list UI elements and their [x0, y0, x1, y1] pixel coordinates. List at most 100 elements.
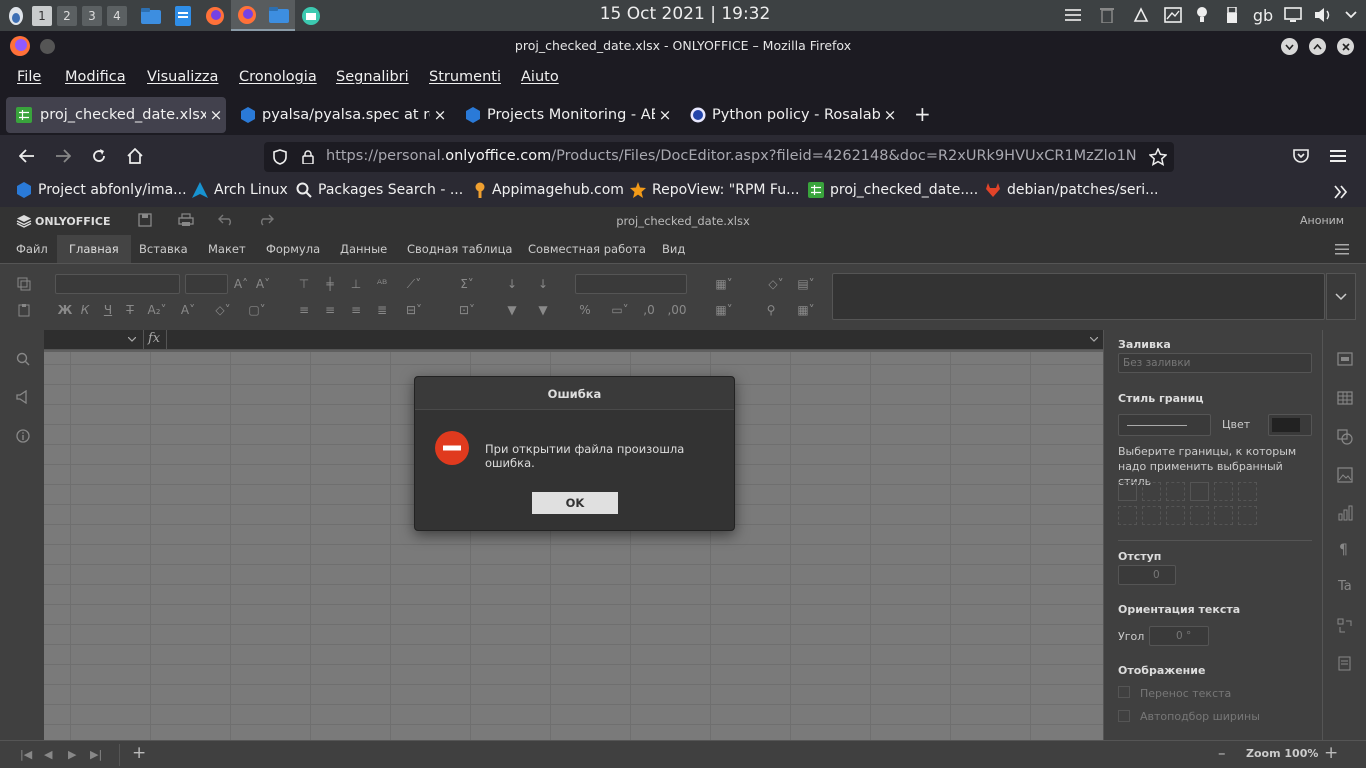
tab-formula[interactable]: Формула: [254, 235, 332, 263]
info-icon[interactable]: [16, 429, 30, 443]
subscript-icon[interactable]: A₂˅: [144, 301, 170, 319]
bookmark-repoview[interactable]: RepoView: "RPM Fu...: [630, 182, 799, 198]
folder-window-icon[interactable]: [263, 0, 295, 31]
align-center-icon[interactable]: ≡: [321, 301, 339, 319]
sort-asc-icon[interactable]: ↓: [503, 275, 521, 293]
menu-view[interactable]: Visualizza: [147, 69, 218, 85]
wrap-text-checkbox[interactable]: [1118, 686, 1130, 698]
menu-tools[interactable]: Strumenti: [429, 69, 501, 85]
font-size-select[interactable]: [185, 274, 228, 294]
border-style-select[interactable]: [1118, 414, 1211, 436]
alarm-icon[interactable]: [1130, 4, 1152, 26]
firefox-active-icon[interactable]: [231, 0, 263, 31]
paragraph-settings-icon[interactable]: ¶: [1339, 542, 1348, 558]
conditional-format-icon[interactable]: ▤˅: [792, 275, 820, 293]
indent-input[interactable]: 0: [1118, 565, 1176, 585]
tab-file[interactable]: Файл: [4, 235, 60, 263]
bold-button[interactable]: Ж: [56, 301, 74, 319]
bookmark-packages-search[interactable]: Packages Search - ...: [296, 182, 463, 198]
angle-input[interactable]: 0 °: [1149, 626, 1209, 646]
shape-settings-icon[interactable]: [1337, 429, 1353, 445]
print-icon[interactable]: [178, 213, 194, 227]
merge-cells-icon[interactable]: ⊟˅: [400, 301, 428, 319]
menu-bookmarks[interactable]: Segnalibri: [336, 69, 409, 85]
minimize-button[interactable]: [1281, 38, 1298, 55]
border-inner-vertical-button[interactable]: [1142, 506, 1161, 525]
border-inner-horizontal-button[interactable]: [1214, 506, 1233, 525]
table-settings-icon[interactable]: [1337, 391, 1353, 405]
tab-python-policy[interactable]: Python policy - Rosalab W ×: [682, 97, 900, 133]
chevron-down-icon[interactable]: [1090, 337, 1098, 342]
copy-icon[interactable]: [15, 275, 33, 293]
menu-history[interactable]: Cronologia: [239, 69, 317, 85]
url-bar[interactable]: https://personal.onlyoffice.com/Products…: [264, 142, 1174, 172]
function-icon[interactable]: fx: [148, 331, 160, 346]
border-none-button[interactable]: [1142, 482, 1161, 501]
border-top-button[interactable]: [1190, 506, 1209, 525]
paste-icon[interactable]: [15, 301, 33, 319]
save-icon[interactable]: [138, 213, 152, 227]
volume-icon[interactable]: [1312, 4, 1334, 26]
menu-help[interactable]: Aiuto: [521, 69, 559, 85]
usb-icon[interactable]: [1222, 4, 1242, 26]
underline-button[interactable]: Ч: [99, 301, 117, 319]
font-name-select[interactable]: [55, 274, 180, 294]
tab-collaboration[interactable]: Совместная работа: [516, 235, 658, 263]
add-sheet-button[interactable]: +: [132, 743, 146, 763]
user-name[interactable]: Аноним: [1300, 214, 1344, 227]
tab-data[interactable]: Данные: [328, 235, 399, 263]
shield-icon[interactable]: [273, 149, 287, 165]
bookmark-star-icon[interactable]: [1149, 148, 1167, 166]
align-left-icon[interactable]: ≡: [295, 301, 313, 319]
currency-icon[interactable]: ▭˅: [606, 301, 634, 319]
table-template-icon[interactable]: ▦˅: [792, 301, 820, 319]
app-launcher-icon[interactable]: [5, 5, 27, 27]
redo-icon[interactable]: [258, 214, 274, 226]
hamburger-menu-icon[interactable]: [1330, 150, 1346, 162]
tab-layout[interactable]: Макет: [196, 235, 258, 263]
search-icon[interactable]: [16, 352, 30, 366]
insert-function-icon[interactable]: ⊡˅: [453, 301, 481, 319]
orientation-icon[interactable]: ⟋˅: [400, 275, 428, 293]
chart-settings-icon[interactable]: [1337, 505, 1353, 521]
font-size-up-icon[interactable]: A˄: [232, 275, 250, 293]
border-right-button[interactable]: [1166, 506, 1185, 525]
tab-home[interactable]: Главная: [57, 235, 131, 263]
ok-button[interactable]: OK: [532, 492, 618, 514]
announcement-icon[interactable]: [16, 390, 32, 404]
italic-button[interactable]: К: [76, 301, 94, 319]
bookmark-project-abfonly[interactable]: Project abfonly/ima...: [16, 182, 187, 198]
mail-icon[interactable]: [295, 0, 327, 31]
mixer-icon[interactable]: [1062, 4, 1084, 26]
file-manager-icon[interactable]: [135, 0, 167, 31]
bookmark-appimagehub[interactable]: Appimagehub.com: [474, 182, 624, 198]
desktop-3[interactable]: 3: [82, 5, 102, 26]
cell-styles-gallery[interactable]: [832, 273, 1325, 320]
reload-button[interactable]: [91, 148, 107, 164]
maximize-button[interactable]: [1309, 38, 1326, 55]
clock[interactable]: 15 Oct 2021 | 19:32: [560, 4, 810, 24]
new-tab-button[interactable]: +: [914, 104, 931, 124]
signature-settings-icon[interactable]: [1337, 656, 1353, 672]
tab-projects-monitoring[interactable]: Projects Monitoring - ABF ×: [457, 97, 675, 133]
bookmarks-overflow-icon[interactable]: [1334, 185, 1348, 199]
tab-pivot-table[interactable]: Сводная таблица: [395, 235, 524, 263]
tab-view[interactable]: Вид: [650, 235, 697, 263]
lightbulb-icon[interactable]: [1192, 4, 1212, 26]
next-sheet-icon[interactable]: ▶: [68, 748, 76, 761]
fill-color-icon[interactable]: ◇˅: [210, 301, 236, 319]
named-range-icon[interactable]: Σ˅: [453, 275, 481, 293]
zoom-level[interactable]: Zoom 100%: [1246, 747, 1318, 760]
border-color-select[interactable]: [1268, 414, 1312, 436]
forward-button[interactable]: [55, 149, 71, 163]
increase-decimal-icon[interactable]: ,00: [667, 301, 686, 319]
undo-icon[interactable]: [218, 214, 234, 226]
chevron-down-icon[interactable]: [1340, 4, 1362, 26]
image-settings-icon[interactable]: [1337, 467, 1353, 483]
close-tab-icon[interactable]: ×: [206, 106, 226, 124]
firefox-icon[interactable]: [199, 0, 231, 31]
desktop-1[interactable]: 1: [32, 5, 52, 26]
back-button[interactable]: [19, 149, 35, 163]
border-inner-button[interactable]: [1166, 482, 1185, 501]
trash-icon[interactable]: [1096, 4, 1118, 26]
